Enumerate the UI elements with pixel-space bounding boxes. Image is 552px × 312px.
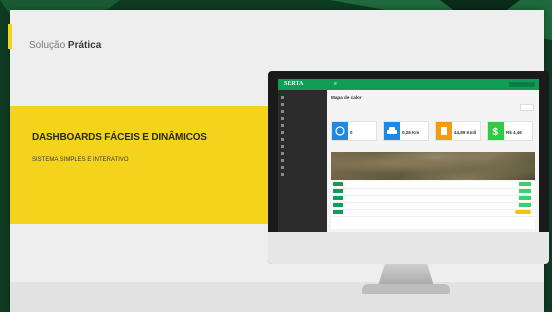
sidebar-item[interactable] [281,116,321,122]
app-sidebar [278,90,327,232]
dollar-icon: $ [488,122,504,140]
kpi-card-4: $ R$ 4,46 [487,121,533,141]
menu-item-icon [281,123,284,127]
sidebar-item[interactable] [281,123,321,129]
menu-item-icon [281,95,284,99]
app-brand-name: SERTA [284,81,304,87]
sidebar-item[interactable] [281,102,321,108]
svg-text:$: $ [493,127,499,138]
row-action-button[interactable] [515,210,531,214]
fuel-icon [436,122,452,140]
menu-item-icon [281,102,284,106]
menu-item-icon [281,151,284,155]
menu-item-icon [281,158,284,162]
row-badge [333,210,343,214]
sidebar-item[interactable] [281,165,321,171]
row-action-button[interactable] [519,203,531,207]
sidebar-item[interactable] [281,144,321,150]
sidebar-item[interactable] [281,158,321,164]
sidebar-item[interactable] [281,151,321,157]
page-title: Mapa de calor [331,95,362,100]
row-badge [333,189,343,193]
menu-toggle-icon[interactable]: ≡ [334,81,337,87]
monitor-neck [378,264,434,286]
menu-item-icon [281,165,284,169]
records-table [331,181,535,229]
heatmap-satellite-map[interactable] [331,152,535,180]
menu-item-icon [281,116,284,120]
app-main-content: Mapa de calor 0 0,28 Km 44,89 Km/l $ R$ [327,90,539,232]
menu-item-icon [281,172,284,176]
kpi-value: 0,28 Km [402,130,420,135]
kpi-value: R$ 4,46 [506,130,522,135]
feature-subheadline: SISTEMA SIMPLES E INTERATIVO [32,157,129,163]
kpi-card-2: 0,28 Km [383,121,429,141]
menu-item-icon [281,137,284,141]
sidebar-item[interactable] [281,137,321,143]
row-badge [333,196,343,200]
page-title-text: Mapa de calor [331,95,362,100]
section-title-strong: Prática [67,40,102,51]
section-title-prefix: Solução [29,40,66,51]
row-badge [333,203,343,207]
section-title: Solução Prática [29,40,101,51]
feature-highlight-band [10,106,301,224]
app-topbar: SERTA ≡ [278,79,539,90]
kpi-card-3: 44,89 Km/l [435,121,481,141]
kpi-value: 44,89 Km/l [454,130,477,135]
car-icon [384,122,400,140]
sidebar-item[interactable] [281,172,321,178]
sidebar-item[interactable] [281,95,321,101]
circle-icon [332,122,348,140]
sidebar-item[interactable] [281,109,321,115]
row-action-button[interactable] [519,182,531,186]
menu-item-icon [281,109,284,113]
menu-item-icon [281,130,284,134]
monitor-screen: SERTA ≡ Mapa de calor 0 0,28 Km 44,89 Km… [278,79,539,232]
sidebar-item[interactable] [281,130,321,136]
row-action-button[interactable] [519,196,531,200]
row-action-button[interactable] [519,189,531,193]
user-avatar[interactable] [509,82,535,87]
kpi-value: 0 [350,130,353,135]
app-brand-logo[interactable]: SERTA [284,81,303,87]
feature-headline: DASHBOARDS FÁCEIS E DINÂMICOS [32,132,207,143]
monitor-chin [268,232,549,264]
section-accent-bar [8,24,12,49]
menu-item-icon [281,144,284,148]
table-row[interactable] [331,209,535,217]
kpi-card-1: 0 [331,121,377,141]
row-badge [333,182,343,186]
card-footer-strip [10,282,544,312]
filter-button[interactable] [520,104,534,111]
monitor-foot [362,284,450,294]
